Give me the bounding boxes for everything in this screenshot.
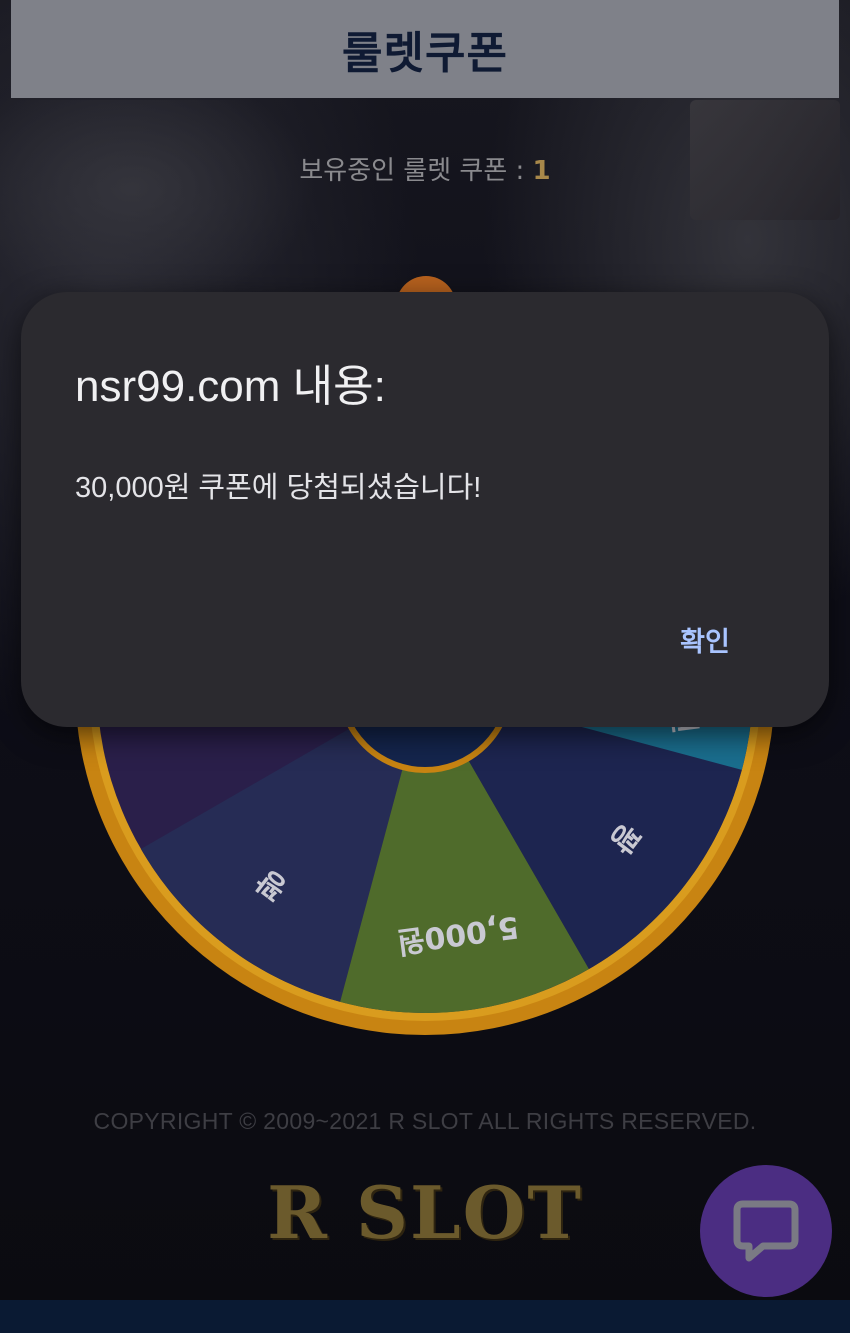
alert-dialog: nsr99.com 내용: 30,000원 쿠폰에 당첨되셨습니다! 확인 (21, 292, 829, 727)
dialog-title: nsr99.com 내용: (75, 362, 386, 411)
dialog-message: 30,000원 쿠폰에 당첨되셨습니다! (75, 472, 482, 504)
ok-button[interactable]: 확인 (655, 614, 755, 664)
